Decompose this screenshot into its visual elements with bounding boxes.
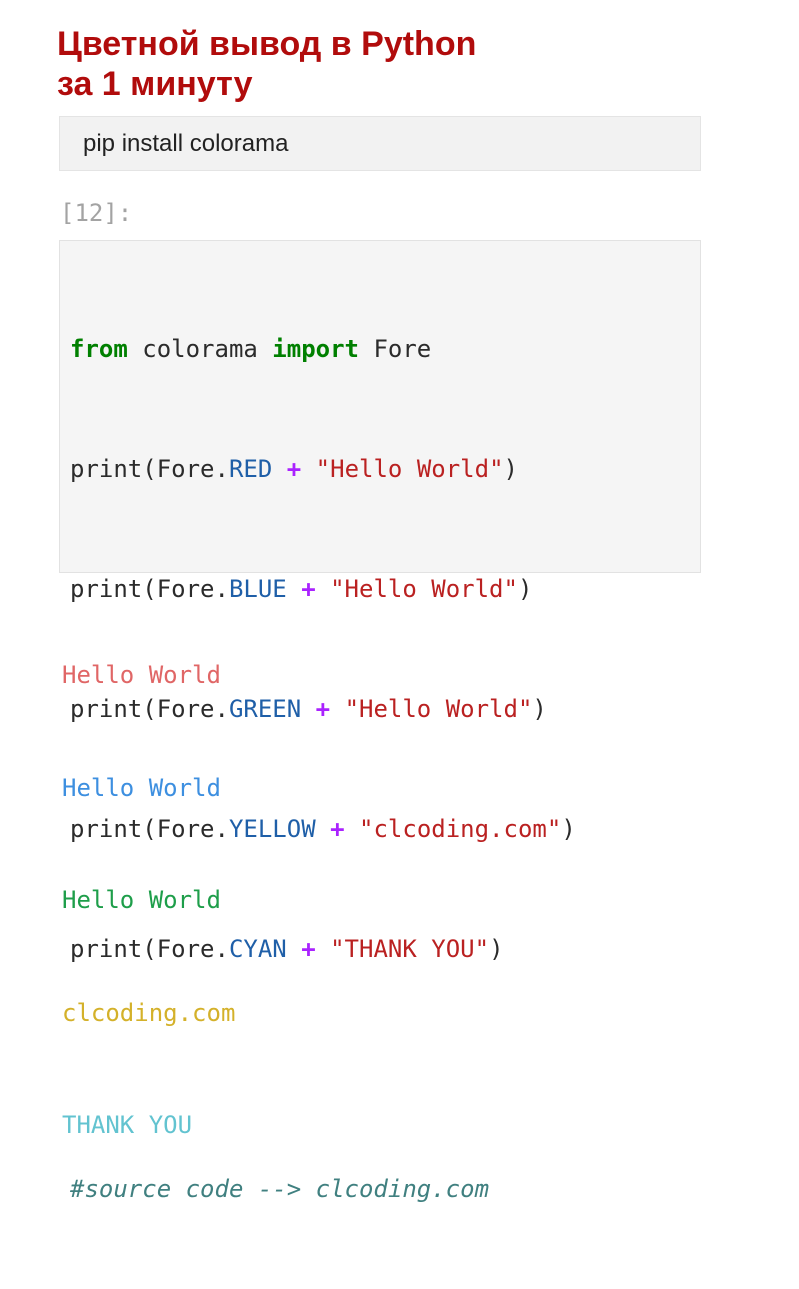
code-token: Fore (359, 335, 432, 363)
title-line-2: за 1 минуту (57, 65, 253, 103)
output-line-cyan: THANK YOU (62, 1111, 193, 1139)
code-token: ) (517, 575, 533, 603)
code-token: ) (489, 935, 504, 963)
string-literal: "THANK YOU" (330, 935, 490, 963)
install-cell[interactable]: pip install colorama (59, 116, 701, 171)
code-token: print(Fore. (70, 455, 229, 483)
string-literal: "Hello World" (330, 575, 518, 603)
code-line: print(Fore.RED + "Hello World") (70, 449, 576, 489)
fore-attribute: GREEN (228, 695, 302, 723)
fore-attribute: YELLOW (228, 815, 316, 843)
code-token: colorama (127, 335, 273, 363)
cell-prompt: [12]: (60, 199, 133, 227)
fore-attribute: RED (228, 455, 273, 483)
plus-operator: + (301, 935, 316, 963)
title-line-1: Цветной вывод в Python (57, 25, 477, 63)
code-token: ) (503, 455, 518, 483)
fore-attribute: BLUE (228, 575, 287, 603)
install-command-text: pip install colorama (83, 130, 289, 157)
output-line-blue: Hello World (62, 773, 221, 802)
code-line: from colorama import Fore (70, 329, 576, 369)
output-line-green: Hello World (62, 886, 221, 914)
output-line-yellow: clcoding.com (62, 998, 236, 1027)
page-title: Цветной вывод в Python за 1 минуту (57, 24, 476, 104)
keyword-from: from (70, 335, 128, 363)
string-literal: "Hello World" (315, 455, 504, 483)
code-cell[interactable]: from colorama import Fore print(Fore.RED… (59, 240, 701, 1203)
fore-attribute: CYAN (228, 935, 287, 963)
output-line-red: Hello World (62, 661, 221, 689)
plus-operator: + (330, 815, 345, 843)
plus-operator: + (315, 695, 331, 723)
code-token: ) (561, 815, 576, 843)
cell-output: Hello World Hello World Hello World clco… (62, 582, 235, 1182)
plus-operator: + (286, 455, 302, 483)
string-literal: "Hello World" (344, 695, 533, 723)
keyword-import: import (272, 335, 359, 363)
code-token: ) (532, 695, 547, 723)
string-literal: "clcoding.com" (359, 815, 562, 843)
plus-operator: + (301, 575, 316, 603)
